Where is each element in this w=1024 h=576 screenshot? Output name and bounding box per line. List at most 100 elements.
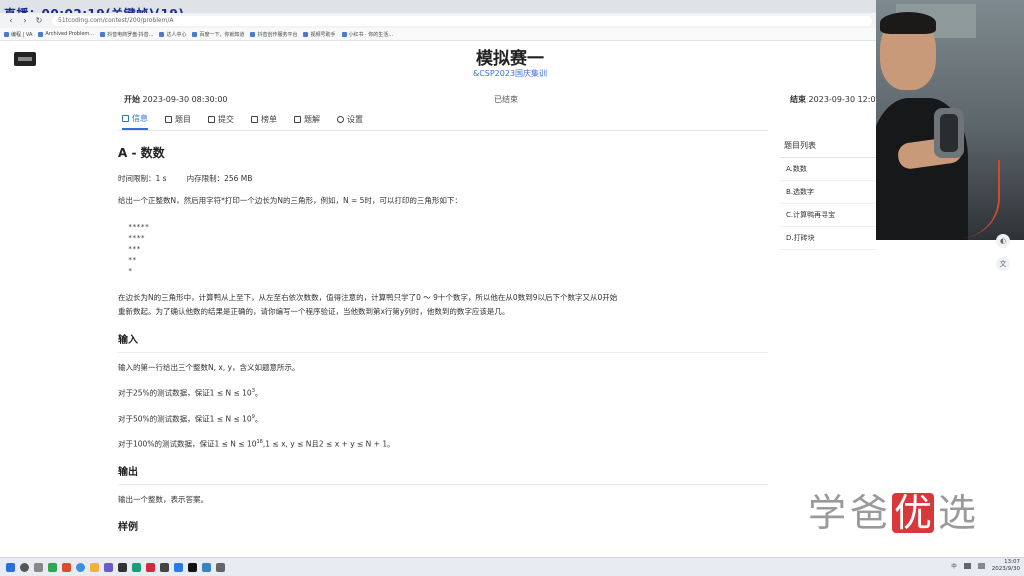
app-icon[interactable] (132, 562, 141, 572)
doc-icon (208, 116, 215, 123)
app-icon[interactable] (146, 562, 155, 572)
start-label: 开始 (124, 95, 140, 104)
ranking-icon (251, 116, 258, 123)
tab-submit[interactable]: 提交 (208, 113, 234, 130)
forward-icon[interactable]: › (20, 16, 30, 26)
bookmark-item[interactable]: 抖音电商罗盘·抖音... (100, 31, 153, 38)
problem-description-2: 在边长为N的三角形中，计算鸭从上至下，从左至右依次数数，值得注意的，计算鸭只学了… (118, 293, 618, 302)
bookmark-item[interactable]: 抖音创作服务平台 (250, 31, 297, 38)
ime-indicator[interactable]: 中 (951, 562, 957, 570)
bookmark-icon (303, 31, 309, 37)
end-time: 2023-09-30 12:0 (808, 95, 876, 104)
home-icon (122, 115, 129, 122)
app-icon[interactable] (62, 562, 71, 572)
watermark-char: 选 (938, 491, 977, 535)
back-icon[interactable]: ‹ (6, 16, 16, 26)
section-divider (118, 483, 768, 485)
book-icon (294, 116, 301, 123)
tab-solutions[interactable]: 题解 (294, 113, 320, 130)
bookmark-item[interactable]: 百度一下，你就知道 (192, 31, 244, 38)
app-icon[interactable] (104, 562, 113, 572)
problem-list-item[interactable]: D.打砖块 (780, 227, 876, 250)
app-icon[interactable] (202, 562, 211, 572)
wechat-icon[interactable] (48, 562, 57, 572)
bookmark-icon (159, 31, 165, 37)
output-heading: 输出 (118, 466, 138, 478)
start-icon[interactable] (6, 562, 15, 572)
clock-time: 13:07 (1004, 559, 1020, 565)
bookmark-item[interactable]: 达人中心 (159, 31, 186, 38)
list-icon (165, 116, 172, 123)
input-heading: 输入 (118, 335, 138, 346)
bookmark-icon (250, 31, 256, 37)
memory-limit: 内存限制：256 MB (186, 174, 253, 183)
triangle-row: *** (128, 245, 141, 253)
problem-description-3: 重新数起。为了确认他数的结果是正确的，请你编写一个程序验证，当他数到第x行第y列… (118, 307, 510, 316)
watermark-char: 优 (892, 491, 935, 535)
gear-icon (337, 116, 344, 123)
app-icon[interactable] (174, 562, 183, 572)
section-divider (118, 352, 768, 353)
bookmark-icon (341, 31, 347, 37)
taskview-icon[interactable] (34, 562, 43, 572)
tabs-divider (118, 130, 768, 131)
sample-triangle: ***** **** *** ** * (128, 222, 768, 277)
translate-icon[interactable]: 文 (996, 257, 1010, 271)
reload-icon[interactable]: ↻ (34, 16, 44, 26)
app-icon[interactable] (160, 562, 169, 572)
bookmarks-bar: 编程 | VA Archived Problem... 抖音电商罗盘·抖音...… (0, 28, 1024, 41)
browser-icon[interactable] (76, 562, 85, 572)
watermark-char: 学 (808, 491, 847, 535)
contest-status: 已结束 (494, 95, 518, 104)
bookmark-item[interactable]: Archived Problem... (38, 31, 94, 37)
app-icon[interactable] (216, 562, 225, 572)
tab-ranking[interactable]: 榜单 (251, 113, 277, 130)
bookmark-icon (100, 31, 106, 37)
triangle-row: ** (128, 256, 137, 264)
clock-date: 2023/9/30 (991, 566, 1020, 572)
watermark-char: 爸 (850, 491, 889, 535)
contest-title: 模拟赛一 (476, 49, 544, 69)
app-icon[interactable] (118, 562, 127, 572)
contest-start: 开始 2023-09-30 08:30:00 (124, 94, 228, 105)
start-time: 2023-09-30 08:30:00 (142, 95, 228, 104)
output-description: 输出一个整数，表示答案。 (118, 494, 208, 504)
watermark-logo: 学 爸 优 选 (808, 493, 976, 533)
app-icon[interactable] (188, 562, 197, 572)
problem-list-item[interactable]: C.计算鸭再寻宝 (780, 204, 876, 227)
problem-list-title: 题目列表 (780, 137, 876, 158)
input-description: 输入的第一行给出三个整数N, x, y，含义如题意所示。 (118, 363, 300, 372)
webcam-person-hair (880, 12, 936, 34)
problem-list-item[interactable]: A.数数 (780, 158, 876, 181)
tab-info[interactable]: 信息 (122, 113, 148, 130)
scroll-top-icon[interactable]: ◐ (996, 234, 1010, 248)
bookmark-item[interactable]: 视频号助手 (303, 31, 336, 38)
time-limit: 时间限制：1 s (118, 174, 167, 183)
problem-title: A - 数数 (118, 146, 165, 160)
bookmark-icon (4, 31, 9, 37)
triangle-row: ***** (128, 223, 150, 231)
tab-problems[interactable]: 题目 (165, 113, 191, 130)
clock[interactable]: 13:07 2023/9/30 (992, 559, 1020, 573)
sample-heading: 样例 (118, 521, 138, 533)
microphone-grille (940, 114, 958, 152)
constraint-50: 对于50%的测试数据，保证1 ≤ N ≤ 109。 (118, 413, 263, 424)
bookmark-item[interactable]: 编程 | VA (4, 31, 32, 38)
webcam-overlay (876, 0, 1024, 240)
folder-icon[interactable] (90, 562, 99, 572)
problem-list-item[interactable]: B.选数字 (780, 181, 876, 204)
bookmark-icon (192, 31, 198, 37)
search-icon[interactable] (20, 562, 29, 572)
constraint-25: 对于25%的测试数据，保证1 ≤ N ≤ 103。 (118, 388, 263, 398)
bookmark-item[interactable]: 小红书 · 你的生活... (341, 31, 393, 38)
contest-tabs: 信息 题目 提交 榜单 题解 设置 (122, 113, 363, 130)
contest-end: 结束 2023-09-30 12:0 (790, 94, 876, 105)
site-logo-icon[interactable] (14, 52, 36, 66)
problem-list: 题目列表 A.数数 B.选数字 C.计算鸭再寻宝 D.打砖块 (780, 137, 876, 250)
network-icon[interactable] (963, 563, 971, 569)
tab-settings[interactable]: 设置 (337, 113, 363, 130)
problem-limits: 时间限制：1 s 内存限制：256 MB (118, 173, 768, 184)
volume-icon[interactable] (977, 563, 985, 569)
url-field[interactable]: 51tcoding.com/contest/200/problem/A (52, 16, 872, 26)
contest-group-link[interactable]: &CSP2023国庆集训 (420, 68, 600, 79)
